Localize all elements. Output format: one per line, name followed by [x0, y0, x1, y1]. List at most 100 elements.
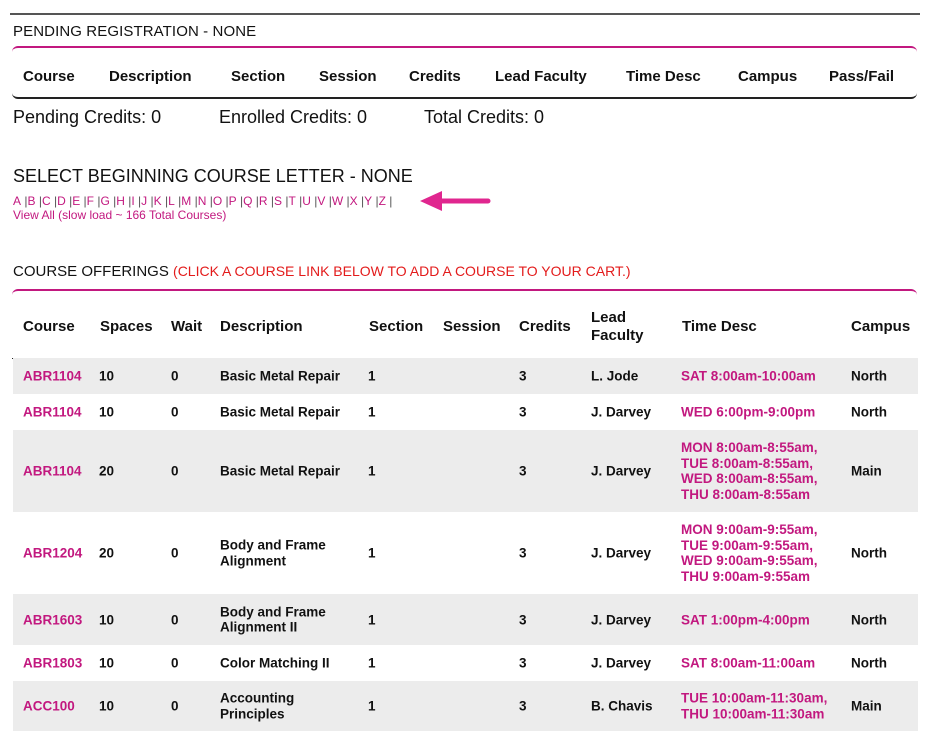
course-offerings-hint: (CLICK A COURSE LINK BELOW TO ADD A COUR… — [173, 263, 631, 279]
wait-cell: 0 — [171, 655, 179, 671]
time-desc-cell-line: THU 9:00am-9:55am — [681, 568, 811, 584]
description-cell: Basic Metal Repair — [220, 368, 340, 384]
course-link-text[interactable]: ABR1104 — [23, 404, 82, 420]
view-all-link[interactable]: View All (slow load ~ 166 Total Courses) — [13, 208, 226, 222]
description-cell-text: Basic Metal Repair — [220, 404, 341, 420]
wait-cell-text: 0 — [171, 655, 179, 671]
letter-link-g[interactable]: G — [100, 194, 109, 208]
letter-link-e[interactable]: E — [72, 194, 80, 208]
letter-link-o[interactable]: O — [213, 194, 222, 208]
time-desc-cell: WED 6:00pm-9:00pm — [681, 404, 815, 420]
wait-cell-text: 0 — [171, 404, 179, 420]
col-course: Course — [23, 318, 75, 335]
campus-cell: Main — [851, 698, 882, 714]
letter-link-y[interactable]: Y — [364, 194, 372, 208]
course-link-text[interactable]: ACC100 — [23, 698, 75, 714]
wait-cell: 0 — [171, 463, 179, 479]
description-cell-line: Alignment — [220, 553, 286, 568]
course-link-text[interactable]: ABR1104 — [23, 368, 82, 384]
top-divider — [10, 13, 920, 15]
section-cell-text: 1 — [368, 368, 376, 384]
col-wait: Wait — [171, 318, 203, 335]
faculty-cell: J. Darvey — [591, 545, 651, 561]
wait-cell-text: 0 — [171, 545, 179, 561]
letter-link-m[interactable]: M — [181, 194, 191, 208]
time-desc-cell: SAT 1:00pm-4:00pm — [681, 612, 810, 628]
description-cell: Body and Frame Alignment — [220, 538, 326, 569]
table-row: ABR1603 10 0 Body and Frame Alignment II 1 3 J.… — [13, 594, 918, 645]
pending-credits: Pending Credits: 0 — [13, 107, 162, 127]
col-credits: Credits — [519, 318, 571, 335]
course-link: ABR1104 — [23, 368, 82, 384]
arrow-left-icon — [420, 191, 491, 211]
letter-link-h[interactable]: H — [116, 194, 125, 208]
letter-link-c[interactable]: C — [42, 194, 51, 208]
credits-cell-text: 3 — [519, 404, 527, 420]
section-cell-text: 1 — [368, 404, 376, 420]
pending-registration-title: PENDING REGISTRATION - NONE — [13, 23, 257, 40]
credits-cell: 3 — [519, 655, 527, 671]
time-desc-cell: SAT 8:00am-10:00am — [681, 368, 816, 384]
section-cell-text: 1 — [368, 655, 376, 671]
faculty-cell: J. Darvey — [591, 655, 651, 671]
faculty-cell: B. Chavis — [591, 698, 653, 714]
col-section: Section — [369, 318, 424, 335]
pending-col-time-desc: Time Desc — [626, 68, 701, 85]
section-cell-text: 1 — [368, 545, 376, 561]
description-cell: Body and Frame Alignment II — [220, 604, 326, 635]
letter-link-t[interactable]: T — [288, 194, 295, 208]
letter-link-p[interactable]: P — [229, 194, 237, 208]
course-link-text[interactable]: ABR1104 — [23, 463, 82, 479]
faculty-cell-text: J. Darvey — [591, 463, 652, 479]
spaces-cell-text: 10 — [99, 698, 115, 714]
time-desc-cell: TUE 10:00am-11:30am, THU 10:00am-11:30am — [681, 691, 827, 722]
col-faculty: Faculty — [591, 327, 644, 344]
spaces-cell-text: 10 — [99, 404, 115, 420]
letter-link-s[interactable]: S — [274, 194, 282, 208]
time-desc-cell: MON 8:00am-8:55am, TUE 8:00am-8:55am, WED … — [681, 440, 818, 502]
credits-cell-text: 3 — [519, 463, 527, 479]
pending-col-lead-faculty: Lead Faculty — [495, 68, 587, 85]
time-desc-cell-line: WED 8:00am-8:55am, — [681, 471, 818, 486]
letter-link-u[interactable]: U — [302, 194, 311, 208]
letter-link-x[interactable]: X — [350, 194, 358, 208]
letter-link-r[interactable]: R — [259, 194, 268, 208]
course-link-text[interactable]: ABR1603 — [23, 612, 82, 628]
campus-cell-text: Main — [851, 463, 882, 479]
course-link: ABR1104 — [23, 463, 82, 479]
spaces-cell: 20 — [99, 545, 114, 561]
col-session: Session — [443, 318, 501, 335]
letter-link-a[interactable]: A — [13, 194, 21, 208]
letter-link-d[interactable]: D — [57, 194, 66, 208]
faculty-cell-text: J. Darvey — [591, 611, 652, 627]
course-link-text[interactable]: ABR1204 — [23, 545, 82, 561]
description-cell: Basic Metal Repair — [220, 463, 340, 479]
section-cell-text: 1 — [368, 611, 376, 627]
campus-cell: North — [851, 545, 887, 561]
letter-link-z[interactable]: Z — [379, 194, 386, 208]
table-row: ABR1104 10 0 Basic Metal Repair 1 3 L. Jode SAT… — [13, 358, 918, 394]
faculty-cell: J. Darvey — [591, 463, 651, 479]
letter-link-k[interactable]: K — [154, 194, 162, 208]
faculty-cell-text: J. Darvey — [591, 404, 652, 420]
faculty-cell-text: L. Jode — [591, 368, 639, 384]
section-cell: 1 — [368, 698, 376, 714]
wait-cell-text: 0 — [171, 698, 179, 714]
campus-cell-text: North — [851, 404, 887, 420]
time-desc-cell-text: SAT 8:00am-11:00am — [681, 655, 816, 671]
credits-cell-text: 3 — [519, 698, 527, 714]
time-desc-cell-line: THU 10:00am-11:30am — [681, 706, 825, 721]
spaces-cell: 10 — [99, 698, 114, 714]
course-offerings-table: ABR1104 10 0 Basic Metal Repair 1 3 L. Jode SAT… — [13, 358, 918, 731]
course-letter-links: A |B |C |D |E |F |G |H |I |J |K |L |M |N… — [13, 194, 392, 208]
letter-link-f[interactable]: F — [87, 194, 94, 208]
pending-col-session: Session — [319, 68, 377, 85]
description-cell-line: Principles — [220, 706, 285, 721]
letter-link-l[interactable]: L — [168, 194, 175, 208]
course-link-text[interactable]: ABR1803 — [23, 655, 82, 671]
total-credits: Total Credits: 0 — [424, 107, 545, 127]
wait-cell: 0 — [171, 404, 179, 420]
letter-link-w[interactable]: W — [332, 194, 343, 208]
spaces-cell: 10 — [99, 655, 114, 671]
table-row: ABR1104 20 0 Basic Metal Repair 1 3 J. Darvey M… — [13, 430, 918, 512]
